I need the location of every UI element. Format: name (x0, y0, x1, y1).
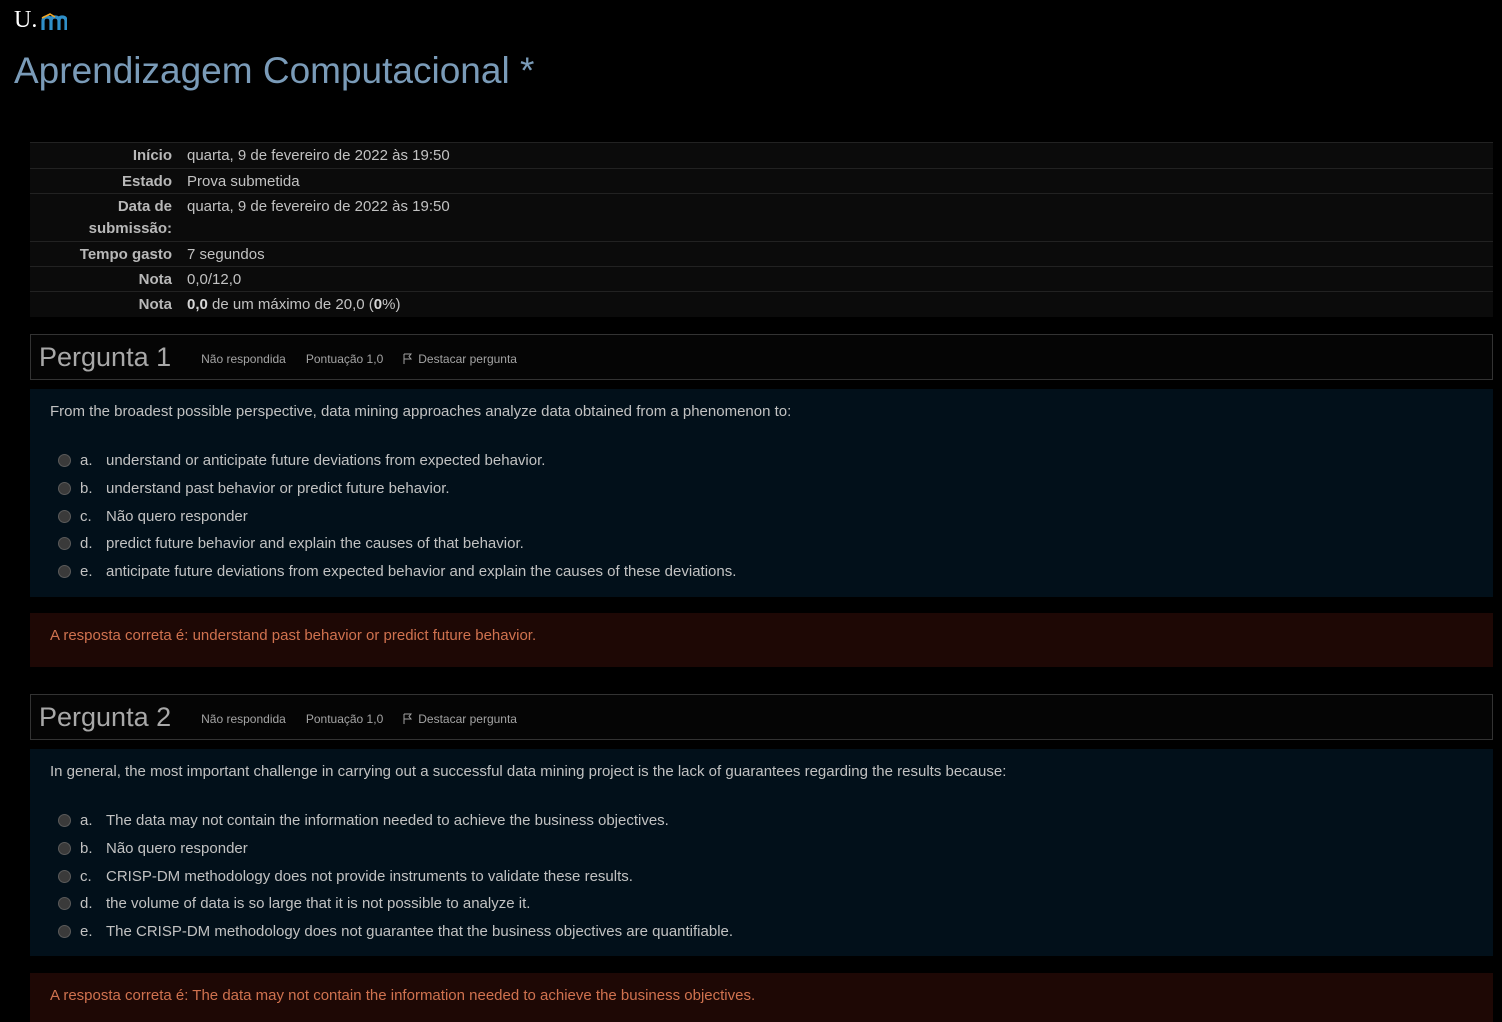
question-1-body: From the broadest possible perspective, … (30, 389, 1493, 597)
summary-value: quarta, 9 de fevereiro de 2022 às 19:50 (180, 193, 1493, 242)
answer-letter: a. (80, 812, 93, 830)
question-title: Pergunta 1 (39, 341, 172, 372)
answer-letter: c. (80, 507, 92, 525)
answer-letter: e. (80, 923, 93, 941)
answer-option[interactable]: d. the volume of data is so large that it… (50, 890, 1473, 918)
flag-icon (403, 713, 413, 724)
flag-icon (403, 353, 413, 364)
radio-icon[interactable] (58, 869, 71, 883)
question-text: From the broadest possible perspective, … (50, 403, 792, 420)
grade-mid-text: de um máximo de 20,0 ( (207, 296, 374, 313)
summary-row-nota: Nota 0,0/12,0 (30, 266, 1493, 292)
correct-answer-text: A resposta correta é: understand past be… (50, 627, 537, 644)
correct-answer-text: A resposta correta é: The data may not c… (50, 987, 756, 1004)
radio-icon[interactable] (58, 842, 71, 856)
question-1-header: Pergunta 1 Não respondida Pontuação 1,0 … (30, 334, 1493, 380)
answer-option[interactable]: d. predict future behavior and explain th… (50, 530, 1473, 558)
summary-row-inicio: Início quarta, 9 de fevereiro de 2022 às… (30, 142, 1493, 169)
question-score: Pontuação 1,0 (305, 352, 384, 366)
summary-value: 0,0 de um máximo de 20,0 (0%) (180, 291, 1493, 317)
answer-option[interactable]: a. understand or anticipate future deviat… (50, 447, 1473, 475)
radio-icon[interactable] (58, 537, 71, 551)
summary-label: Data de submissão: (30, 193, 180, 242)
summary-value: Prova submetida (180, 168, 1493, 194)
summary-label: Tempo gasto (30, 241, 180, 267)
radio-icon[interactable] (58, 482, 71, 496)
summary-value: 7 segundos (180, 241, 1493, 267)
answer-letter: d. (80, 895, 93, 913)
answer-letter: c. (80, 867, 92, 885)
flag-question-link[interactable]: Destacar pergunta (403, 712, 517, 726)
question-2-feedback: A resposta correta é: The data may not c… (30, 973, 1493, 1022)
question-2-body: In general, the most important challenge… (30, 749, 1493, 956)
question-2-header: Pergunta 2 Não respondida Pontuação 1,0 … (30, 694, 1493, 740)
answer-letter: b. (80, 480, 93, 498)
answer-option[interactable]: e. anticipate future deviations from expe… (50, 558, 1473, 586)
answer-letter: b. (80, 840, 93, 858)
radio-icon[interactable] (58, 509, 71, 523)
summary-label: Estado (30, 168, 180, 194)
answer-text: the volume of data is so large that it i… (106, 895, 531, 913)
grade-percent: 0 (373, 296, 383, 313)
summary-value: quarta, 9 de fevereiro de 2022 às 19:50 (180, 142, 1493, 169)
answer-text: CRISP-DM methodology does not provide in… (106, 867, 633, 885)
answer-text: anticipate future deviations from expect… (106, 563, 737, 581)
radio-icon[interactable] (58, 925, 71, 939)
answer-option[interactable]: a. The data may not contain the informati… (50, 807, 1473, 835)
summary-label: Nota (30, 266, 180, 292)
answer-letter: a. (80, 452, 93, 470)
answer-text: The data may not contain the information… (106, 812, 669, 830)
answer-letter: e. (80, 563, 93, 581)
question-status: Não respondida (201, 712, 286, 726)
site-logo[interactable]: U. (14, 6, 68, 34)
summary-row-submissao: Data de submissão: quarta, 9 de fevereir… (30, 193, 1493, 242)
moodle-logo-icon (41, 13, 68, 30)
question-score: Pontuação 1,0 (305, 712, 384, 726)
answer-option[interactable]: b. Não quero responder (50, 835, 1473, 863)
page-title: Aprendizagem Computacional * (14, 50, 535, 91)
answer-option[interactable]: b. understand past behavior or predict fu… (50, 475, 1473, 503)
logo-u-text: U. (14, 7, 38, 33)
question-status: Não respondida (201, 352, 286, 366)
flag-label: Destacar pergunta (418, 352, 517, 366)
answer-text: Não quero responder (106, 507, 248, 525)
question-title: Pergunta 2 (39, 701, 172, 732)
summary-row-estado: Estado Prova submetida (30, 168, 1493, 194)
attempt-summary-table: Início quarta, 9 de fevereiro de 2022 às… (30, 142, 1493, 317)
answer-text: understand past behavior or predict futu… (106, 480, 450, 498)
question-text: In general, the most important challenge… (50, 763, 1007, 780)
summary-label: Nota (30, 291, 180, 317)
radio-icon[interactable] (58, 565, 71, 579)
summary-row-nota-final: Nota 0,0 de um máximo de 20,0 (0%) (30, 291, 1493, 317)
answer-option[interactable]: c. Não quero responder (50, 502, 1473, 530)
radio-icon[interactable] (58, 814, 71, 828)
answer-text: understand or anticipate future deviatio… (106, 452, 546, 470)
radio-icon[interactable] (58, 897, 71, 911)
radio-icon[interactable] (58, 454, 71, 468)
answer-letter: d. (80, 535, 93, 553)
summary-row-tempo: Tempo gasto 7 segundos (30, 241, 1493, 267)
summary-label: Início (30, 142, 180, 169)
answer-text: Não quero responder (106, 840, 248, 858)
answer-text: The CRISP-DM methodology does not guaran… (106, 923, 734, 941)
answer-option[interactable]: c. CRISP-DM methodology does not provide … (50, 862, 1473, 890)
grade-end-text: %) (382, 296, 401, 313)
question-1-feedback: A resposta correta é: understand past be… (30, 613, 1493, 667)
answer-text: predict future behavior and explain the … (106, 535, 524, 553)
flag-question-link[interactable]: Destacar pergunta (403, 352, 517, 366)
grade-value: 0,0 (187, 296, 208, 313)
summary-value: 0,0/12,0 (180, 266, 1493, 292)
flag-label: Destacar pergunta (418, 712, 517, 726)
answer-option[interactable]: e. The CRISP-DM methodology does not guar… (50, 918, 1473, 946)
